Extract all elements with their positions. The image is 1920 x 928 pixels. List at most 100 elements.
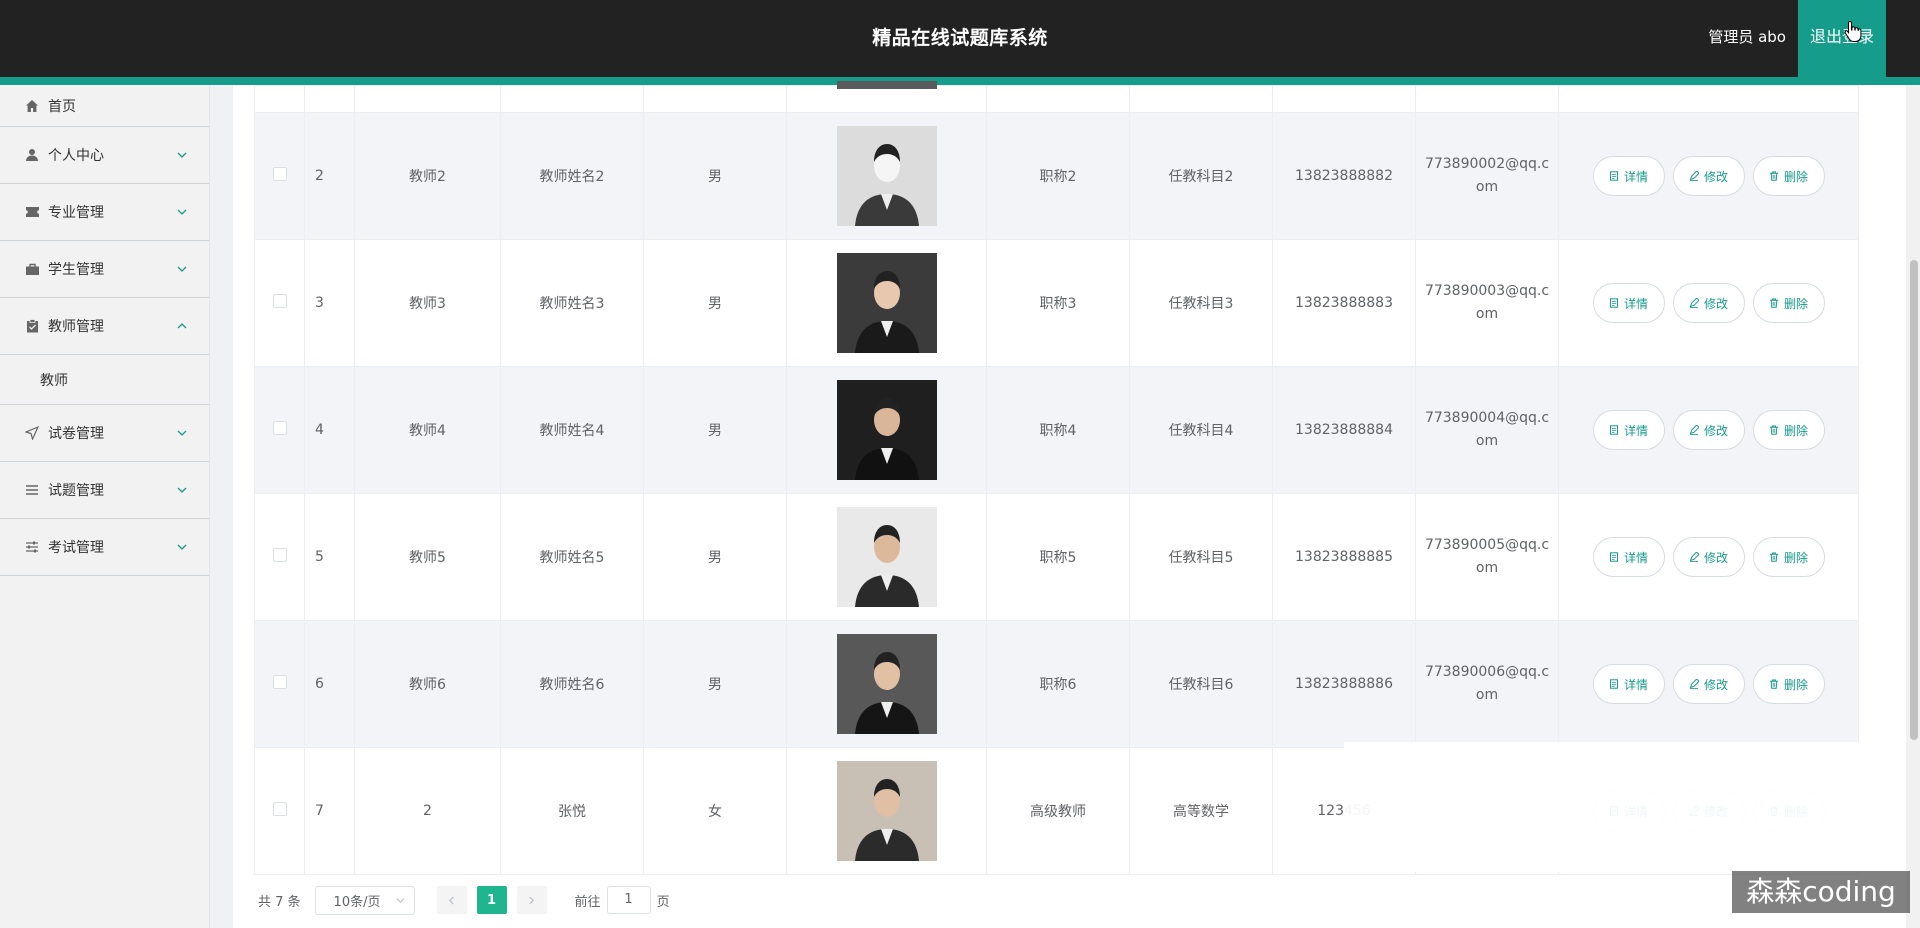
teacher-photo bbox=[836, 507, 937, 607]
teacher-email: 773890003@qq.com bbox=[1415, 239, 1559, 367]
briefcase-icon bbox=[24, 261, 40, 277]
row-checkbox[interactable] bbox=[272, 802, 287, 816]
sidebar-item-profile[interactable]: 个人中心 bbox=[0, 127, 209, 184]
row-index: 3 bbox=[304, 239, 355, 367]
page-number-button[interactable]: 1 bbox=[476, 886, 507, 914]
row-checkbox[interactable] bbox=[272, 421, 287, 435]
sliders-icon bbox=[24, 539, 40, 555]
pencil-icon bbox=[1689, 298, 1699, 308]
teacher-gender: 女 bbox=[643, 747, 787, 875]
sidebar-item-teachers[interactable]: 教师管理 bbox=[0, 298, 209, 355]
detail-label: 详情 bbox=[1623, 677, 1648, 692]
trash-icon bbox=[1769, 298, 1778, 308]
row-index: 6 bbox=[304, 620, 355, 748]
edit-button[interactable]: 修改 bbox=[1672, 156, 1745, 196]
row-select-cell bbox=[254, 747, 305, 875]
delete-button[interactable]: 删除 bbox=[1752, 283, 1825, 323]
teacher-phone: 13823888883 bbox=[1272, 239, 1416, 367]
prev-page-button[interactable] bbox=[436, 886, 467, 914]
teacher-gender: 男 bbox=[643, 112, 787, 240]
row-checkbox[interactable] bbox=[272, 548, 287, 562]
sidebar-item-label: 试题管理 bbox=[48, 483, 104, 499]
edit-label: 修改 bbox=[1703, 550, 1728, 565]
sidebar-item-label: 考试管理 bbox=[48, 540, 104, 556]
sidebar-item-label: 专业管理 bbox=[48, 205, 104, 221]
pencil-icon bbox=[1689, 425, 1699, 435]
page-size-select[interactable]: 10条/页 bbox=[314, 885, 415, 915]
detail-label: 详情 bbox=[1623, 296, 1648, 311]
row-index: 5 bbox=[304, 493, 355, 621]
teacher-photo-cell bbox=[786, 239, 987, 367]
teacher-title: 职称5 bbox=[986, 493, 1130, 621]
logout-button[interactable]: 退出登录 bbox=[1798, 0, 1886, 85]
delete-label: 删除 bbox=[1783, 296, 1808, 311]
teacher-title: 职称4 bbox=[986, 366, 1130, 494]
teacher-gender: 男 bbox=[643, 620, 787, 748]
delete-button[interactable]: 删除 bbox=[1752, 664, 1825, 704]
row-index: 4 bbox=[304, 366, 355, 494]
pagination: 共 7 条 10条/页 1 前往 1 页 bbox=[258, 885, 670, 915]
table-row: 5 教师5 教师姓名5 男 职称5 任教科目5 13823888885 773890005@q… bbox=[254, 493, 1859, 621]
navbar-accent-stripe bbox=[0, 77, 1920, 85]
row-select-cell bbox=[254, 112, 305, 240]
next-page-button[interactable] bbox=[516, 886, 547, 914]
pencil-icon bbox=[1689, 679, 1699, 689]
teacher-email: 773890005@qq.com bbox=[1415, 493, 1559, 621]
edit-button[interactable]: 修改 bbox=[1672, 664, 1745, 704]
teacher-name: 教师姓名5 bbox=[500, 493, 644, 621]
teacher-title: 职称3 bbox=[986, 239, 1130, 367]
sidebar-item-papers[interactable]: 试卷管理 bbox=[0, 405, 209, 462]
delete-label: 删除 bbox=[1783, 550, 1808, 565]
chevron-down-icon bbox=[396, 897, 405, 903]
detail-button[interactable]: 详情 bbox=[1592, 156, 1665, 196]
row-checkbox[interactable] bbox=[272, 294, 287, 308]
detail-button[interactable]: 详情 bbox=[1592, 283, 1665, 323]
row-actions: 详情 修改 删除 bbox=[1558, 239, 1859, 367]
sidebar-subitem-teacher[interactable]: 教师 bbox=[0, 355, 209, 405]
edit-button[interactable]: 修改 bbox=[1672, 410, 1745, 450]
sidebar-item-major[interactable]: 专业管理 bbox=[0, 184, 209, 241]
sidebar-item-questions[interactable]: 试题管理 bbox=[0, 462, 209, 519]
trash-icon bbox=[1769, 171, 1778, 181]
page-size-value: 10条/页 bbox=[333, 894, 381, 910]
teacher-account: 教师3 bbox=[354, 239, 501, 367]
delete-button[interactable]: 删除 bbox=[1752, 537, 1825, 577]
app-title: 精品在线试题库系统 bbox=[872, 27, 1048, 49]
teacher-subject: 任教科目6 bbox=[1129, 620, 1273, 748]
sidebar-item-students[interactable]: 学生管理 bbox=[0, 241, 209, 298]
edit-button[interactable]: 修改 bbox=[1672, 537, 1745, 577]
row-actions: 详情 修改 删除 bbox=[1558, 493, 1859, 621]
page-suffix-label: 页 bbox=[656, 894, 670, 910]
teacher-subject: 任教科目5 bbox=[1129, 493, 1273, 621]
detail-button[interactable]: 详情 bbox=[1592, 410, 1665, 450]
chevron-down-icon bbox=[177, 544, 187, 550]
row-actions: 详情 修改 删除 bbox=[1558, 366, 1859, 494]
scrollbar-thumb[interactable] bbox=[1910, 260, 1918, 740]
row-checkbox[interactable] bbox=[272, 167, 287, 181]
user-icon bbox=[24, 147, 40, 163]
chevron-up-icon bbox=[177, 323, 187, 329]
teacher-phone: 13823888886 bbox=[1272, 620, 1416, 748]
goto-page-input[interactable]: 1 bbox=[606, 886, 651, 914]
sidebar-item-home[interactable]: 首页 bbox=[0, 85, 209, 127]
teacher-gender: 男 bbox=[643, 493, 787, 621]
edit-label: 修改 bbox=[1703, 423, 1728, 438]
teacher-title: 职称2 bbox=[986, 112, 1130, 240]
row-index: 2 bbox=[304, 112, 355, 240]
list-icon bbox=[24, 482, 40, 498]
teacher-photo bbox=[836, 380, 937, 480]
sidebar-item-exams[interactable]: 考试管理 bbox=[0, 519, 209, 576]
detail-button[interactable]: 详情 bbox=[1592, 664, 1665, 704]
delete-button[interactable]: 删除 bbox=[1752, 156, 1825, 196]
row-checkbox[interactable] bbox=[272, 675, 287, 689]
document-icon bbox=[1609, 552, 1618, 562]
delete-button[interactable]: 删除 bbox=[1752, 410, 1825, 450]
edit-button[interactable]: 修改 bbox=[1672, 283, 1745, 323]
teacher-subject: 任教科目4 bbox=[1129, 366, 1273, 494]
watermark: 森森coding bbox=[1732, 871, 1910, 913]
sidebar-item-label: 试卷管理 bbox=[48, 426, 104, 442]
row-select-cell bbox=[254, 366, 305, 494]
detail-button[interactable]: 详情 bbox=[1592, 537, 1665, 577]
edit-label: 修改 bbox=[1703, 677, 1728, 692]
teacher-name: 教师姓名4 bbox=[500, 366, 644, 494]
